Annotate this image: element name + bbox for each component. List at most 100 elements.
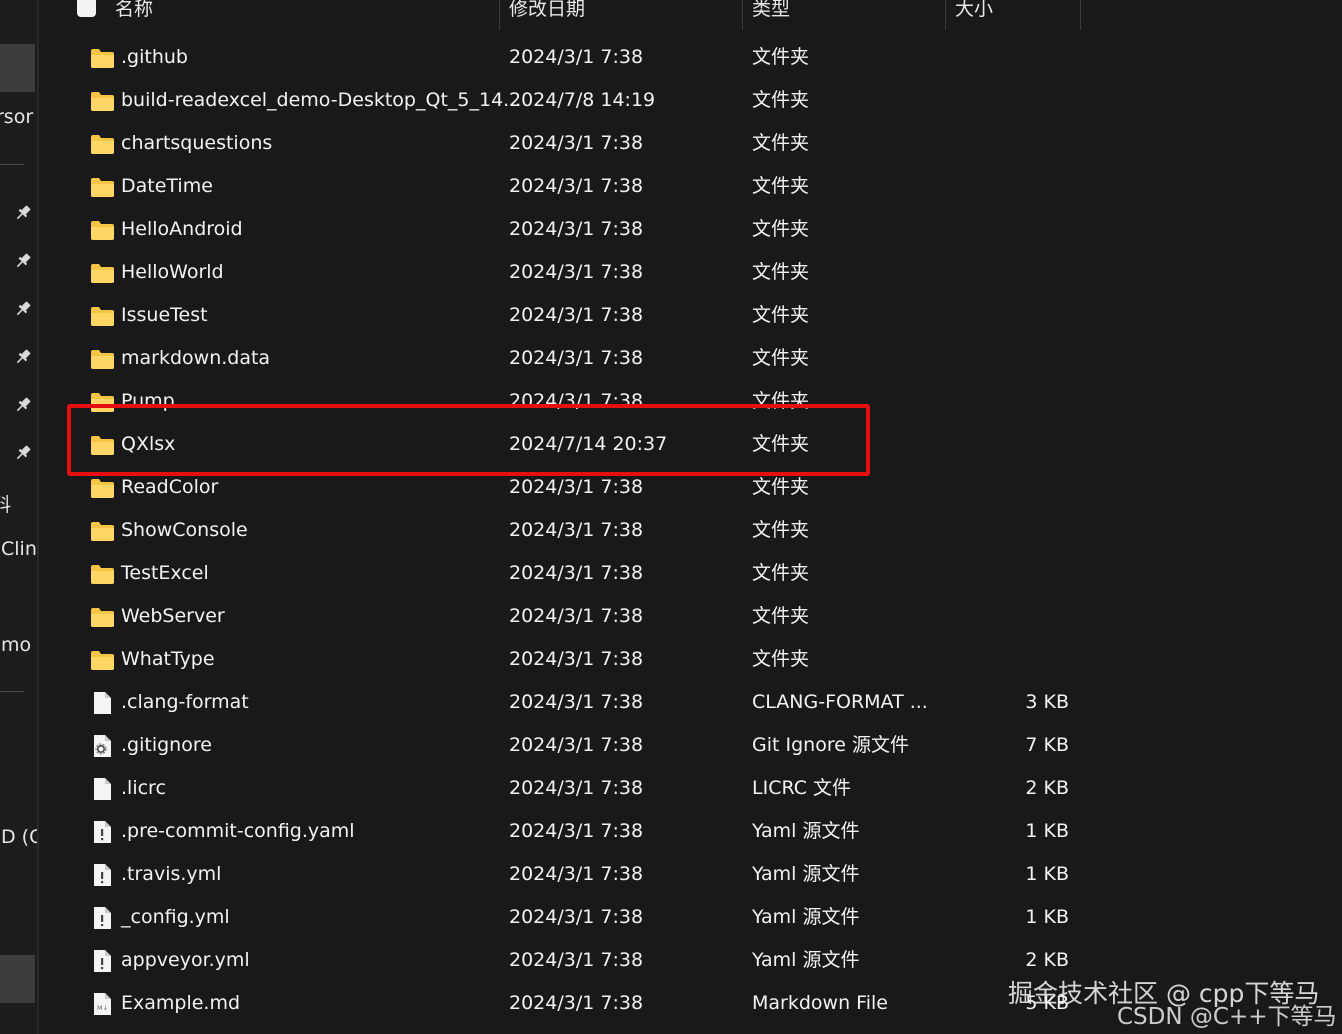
file-date: 2024/3/1 7:38 [509, 992, 644, 1014]
yaml-file-icon [90, 864, 115, 886]
yaml-file-icon [90, 907, 115, 929]
file-row[interactable]: TestExcel 2024/3/1 7:38 文件夹 [0, 552, 1342, 595]
file-type: 文件夹 [752, 347, 810, 369]
column-separator[interactable] [499, 0, 500, 30]
file-name: markdown.data [121, 347, 271, 369]
file-size: 3 KB [1025, 691, 1069, 713]
file-date: 2024/3/1 7:38 [509, 949, 644, 971]
file-type: 文件夹 [752, 562, 810, 584]
folder-icon [90, 219, 115, 241]
file-row[interactable]: markdown.data 2024/3/1 7:38 文件夹 [0, 337, 1342, 380]
file-type: 文件夹 [752, 89, 810, 111]
file-row[interactable]: .pre-commit-config.yaml 2024/3/1 7:38 Yaml… [0, 810, 1342, 853]
gear-file-icon [90, 735, 115, 757]
folder-icon [90, 563, 115, 585]
file-type: 文件夹 [752, 605, 810, 627]
file-type: 文件夹 [752, 218, 810, 240]
file-date: 2024/3/1 7:38 [509, 562, 644, 584]
folder-icon [90, 649, 115, 671]
file-row[interactable]: IssueTest 2024/3/1 7:38 文件夹 [0, 294, 1342, 337]
file-size: 1 KB [1025, 863, 1069, 885]
highlight-box [67, 404, 870, 476]
file-row[interactable]: .gitignore 2024/3/1 7:38 Git Ignore 源文件 7 K… [0, 724, 1342, 767]
file-date: 2024/3/1 7:38 [509, 218, 644, 240]
file-name: ShowConsole [121, 519, 248, 541]
file-name: build-readexcel_demo-Desktop_Qt_5_14... [121, 89, 522, 111]
file-date: 2024/3/1 7:38 [509, 476, 644, 498]
file-row[interactable]: M↓ Example.md 2024/3/1 7:38 Markdown File 5… [0, 982, 1342, 1025]
file-row[interactable]: WhatType 2024/3/1 7:38 文件夹 [0, 638, 1342, 681]
file-type: Yaml 源文件 [752, 949, 860, 971]
file-date: 2024/7/8 14:19 [509, 89, 656, 111]
column-header-size[interactable]: 大小 [955, 0, 993, 21]
file-name: HelloWorld [121, 261, 224, 283]
folder-icon [90, 133, 115, 155]
column-separator[interactable] [742, 0, 743, 30]
file-type: LICRC 文件 [752, 777, 852, 799]
file-type: Yaml 源文件 [752, 820, 860, 842]
column-header-name[interactable]: 名称 [115, 0, 153, 21]
markdown-file-icon: M↓ [90, 993, 115, 1015]
file-type: Git Ignore 源文件 [752, 734, 909, 756]
file-size: 7 KB [1025, 734, 1069, 756]
file-name: _config.yml [121, 906, 230, 928]
folder-icon [90, 348, 115, 370]
column-separator[interactable] [1080, 0, 1081, 30]
folder-icon [90, 305, 115, 327]
select-all-checkbox[interactable] [77, 0, 96, 17]
file-name: IssueTest [121, 304, 208, 326]
file-name: .gitignore [121, 734, 212, 756]
file-row[interactable]: .github 2024/3/1 7:38 文件夹 [0, 36, 1342, 79]
file-date: 2024/3/1 7:38 [509, 261, 644, 283]
file-name: HelloAndroid [121, 218, 243, 240]
file-date: 2024/3/1 7:38 [509, 648, 644, 670]
file-size: 2 KB [1025, 949, 1069, 971]
file-size: 1 KB [1025, 906, 1069, 928]
file-type: Markdown File [752, 992, 888, 1014]
file-row[interactable]: HelloWorld 2024/3/1 7:38 文件夹 [0, 251, 1342, 294]
file-date: 2024/3/1 7:38 [509, 605, 644, 627]
file-name: ReadColor [121, 476, 219, 498]
file-type: 文件夹 [752, 304, 810, 326]
file-name: DateTime [121, 175, 213, 197]
folder-icon [90, 262, 115, 284]
file-name: appveyor.yml [121, 949, 250, 971]
column-separator[interactable] [945, 0, 946, 30]
file-row[interactable]: .travis.yml 2024/3/1 7:38 Yaml 源文件 1 KB [0, 853, 1342, 896]
file-type: 文件夹 [752, 175, 810, 197]
file-date: 2024/3/1 7:38 [509, 347, 644, 369]
file-icon [90, 778, 115, 800]
file-date: 2024/3/1 7:38 [509, 777, 644, 799]
folder-icon [90, 606, 115, 628]
file-row[interactable]: DateTime 2024/3/1 7:38 文件夹 [0, 165, 1342, 208]
file-size: 1 KB [1025, 820, 1069, 842]
file-type: 文件夹 [752, 476, 810, 498]
file-size: 5 KB [1025, 992, 1069, 1014]
file-icon [90, 692, 115, 714]
column-header-date[interactable]: 修改日期 [509, 0, 585, 21]
file-name: .github [121, 46, 188, 68]
file-row[interactable]: chartsquestions 2024/3/1 7:38 文件夹 [0, 122, 1342, 165]
file-date: 2024/3/1 7:38 [509, 132, 644, 154]
file-row[interactable]: HelloAndroid 2024/3/1 7:38 文件夹 [0, 208, 1342, 251]
file-row[interactable]: .clang-format 2024/3/1 7:38 CLANG-FORMAT .… [0, 681, 1342, 724]
file-row[interactable]: appveyor.yml 2024/3/1 7:38 Yaml 源文件 2 KB [0, 939, 1342, 982]
file-size: 2 KB [1025, 777, 1069, 799]
file-row[interactable]: ShowConsole 2024/3/1 7:38 文件夹 [0, 509, 1342, 552]
file-name: WebServer [121, 605, 225, 627]
file-name: Example.md [121, 992, 241, 1014]
file-type: Yaml 源文件 [752, 863, 860, 885]
file-type: 文件夹 [752, 261, 810, 283]
file-row[interactable]: build-readexcel_demo-Desktop_Qt_5_14... 2… [0, 79, 1342, 122]
file-row[interactable]: .licrc 2024/3/1 7:38 LICRC 文件 2 KB [0, 767, 1342, 810]
column-header-type[interactable]: 类型 [752, 0, 790, 21]
file-type: 文件夹 [752, 648, 810, 670]
file-row[interactable]: WebServer 2024/3/1 7:38 文件夹 [0, 595, 1342, 638]
file-name: .clang-format [121, 691, 249, 713]
yaml-file-icon [90, 950, 115, 972]
file-date: 2024/3/1 7:38 [509, 691, 644, 713]
column-header: 名称 修改日期 类型 大小 [39, 0, 1342, 30]
file-name: chartsquestions [121, 132, 273, 154]
file-type: Yaml 源文件 [752, 906, 860, 928]
file-row[interactable]: _config.yml 2024/3/1 7:38 Yaml 源文件 1 KB [0, 896, 1342, 939]
